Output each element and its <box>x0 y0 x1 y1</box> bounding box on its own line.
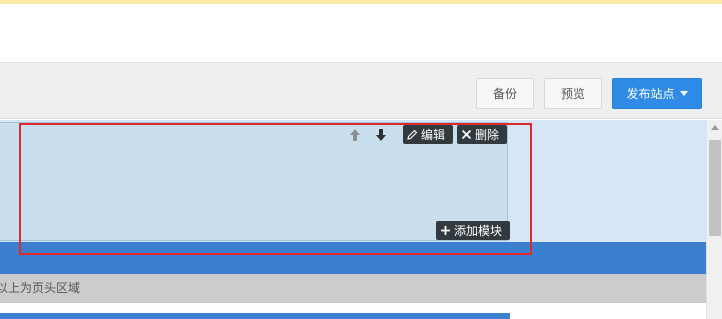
close-icon <box>461 129 472 140</box>
publish-site-button[interactable]: 发布站点 <box>612 78 702 109</box>
backup-button-label: 备份 <box>492 87 517 101</box>
vertical-scrollbar[interactable] <box>706 120 722 319</box>
pencil-icon <box>407 129 418 140</box>
preview-button[interactable]: 预览 <box>544 78 602 109</box>
backup-button[interactable]: 备份 <box>476 78 534 109</box>
page-canvas: 以上为页头区域 编辑 删除 添加模块 <box>0 120 706 319</box>
top-blank-area <box>0 4 722 62</box>
delete-module-button[interactable]: 删除 <box>457 125 507 144</box>
add-module-label: 添加模块 <box>454 224 503 238</box>
header-region-note: 以上为页头区域 <box>0 281 81 295</box>
edit-module-button[interactable]: 编辑 <box>403 125 453 144</box>
content-band <box>0 313 510 319</box>
publish-button-label: 发布站点 <box>626 87 675 101</box>
header-region-divider: 以上为页头区域 <box>0 274 706 303</box>
move-down-icon[interactable] <box>373 127 389 143</box>
header-band <box>0 242 706 274</box>
editor-toolbar: 备份 预览 发布站点 <box>0 62 722 119</box>
plus-icon <box>441 226 450 235</box>
delete-label: 删除 <box>475 128 500 142</box>
scrollbar-thumb[interactable] <box>709 140 721 236</box>
preview-button-label: 预览 <box>560 87 585 101</box>
edit-label: 编辑 <box>421 128 446 142</box>
caret-down-icon <box>679 91 688 96</box>
add-module-button[interactable]: 添加模块 <box>436 221 510 240</box>
scroll-up-icon[interactable] <box>711 125 719 130</box>
move-up-icon[interactable] <box>347 127 363 143</box>
